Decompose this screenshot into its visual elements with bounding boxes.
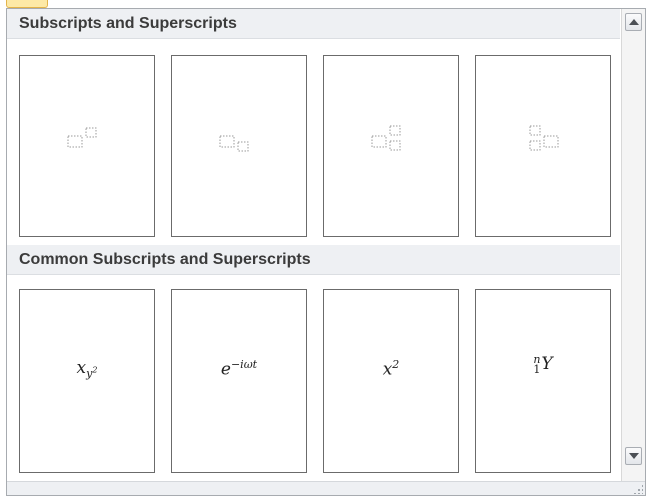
n-over-1-Y-formula: n 1 Y (533, 352, 553, 376)
x-sub-y-squared-tile[interactable]: xy2 (19, 289, 155, 473)
superscript-template-tile[interactable] (19, 55, 155, 237)
n-over-1-Y-tile[interactable]: n 1 Y (475, 289, 611, 473)
subscript-superscript-template-tile[interactable] (323, 55, 459, 237)
scroll-up-button[interactable] (625, 13, 642, 31)
resize-grip-icon[interactable] (633, 484, 643, 494)
equation-structure-gallery: Subscripts and Superscripts Common Subsc… (6, 8, 646, 496)
left-subscript-superscript-template-tile[interactable] (475, 55, 611, 237)
arrow-up-icon (629, 19, 639, 25)
gallery-resize-bar (7, 481, 645, 495)
vertical-scrollbar[interactable] (621, 9, 645, 481)
x-squared-tile[interactable]: x2 (323, 289, 459, 473)
gallery-tab-indicator (6, 0, 48, 8)
arrow-down-icon (629, 453, 639, 459)
left-subscript-superscript-template-glyph (529, 125, 559, 151)
e-to-minus-i-omega-t-formula: e−iωt (220, 358, 258, 380)
x-sub-y-squared-formula: xy2 (76, 358, 98, 381)
e-to-minus-i-omega-t-tile[interactable]: e−iωt (171, 289, 307, 473)
superscript-template-glyph (67, 127, 97, 148)
section-header-subscripts-superscripts: Subscripts and Superscripts (7, 9, 620, 39)
scroll-down-button[interactable] (625, 447, 642, 465)
subscript-template-glyph (219, 135, 249, 152)
section-header-common-subscripts-superscripts: Common Subscripts and Superscripts (7, 245, 620, 275)
subscript-superscript-template-glyph (371, 125, 401, 151)
subscript-template-tile[interactable] (171, 55, 307, 237)
x-squared-formula: x2 (382, 358, 400, 380)
